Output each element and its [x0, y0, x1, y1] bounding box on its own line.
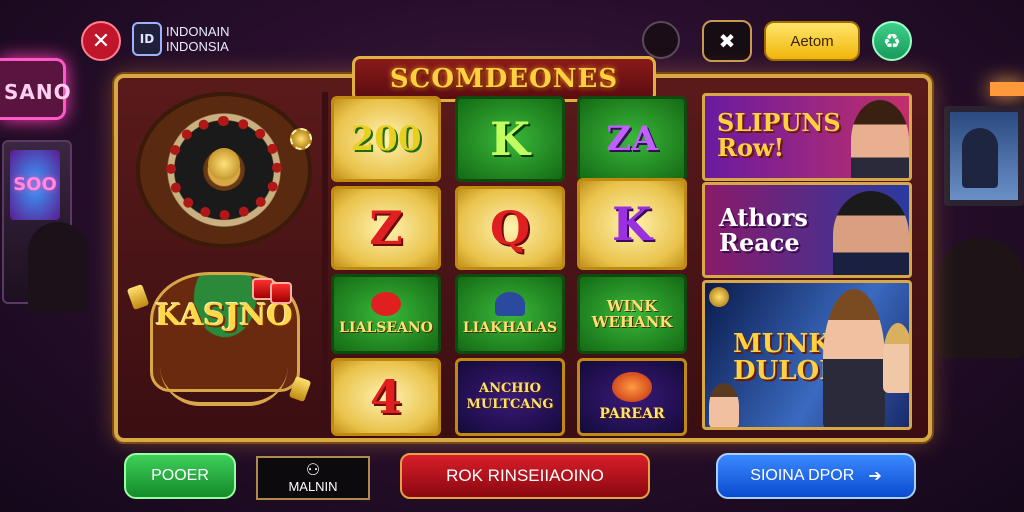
green-action-button[interactable]: POOER [124, 453, 236, 499]
background-player-right [938, 238, 1024, 358]
promo-title: SLIPUNS Row! [717, 108, 841, 163]
promo-title-line2: Reace [719, 228, 800, 258]
promo-title-line1: Athors [719, 203, 808, 232]
host-portrait [823, 289, 885, 427]
status-indicator[interactable] [642, 21, 680, 59]
casino-chip-icon [290, 128, 312, 150]
continue-button-label: SIOINA DPOR [750, 467, 855, 484]
promo-card[interactable]: MUNK DULORS [702, 280, 912, 430]
slot-cell[interactable]: ANCHIO MULTCANG [455, 358, 565, 436]
background-player [28, 222, 88, 312]
slot-cell[interactable]: LIAKHALAS [455, 274, 565, 354]
promo-title-line2: Row! [717, 133, 785, 163]
tools-icon: ✖ [718, 29, 736, 53]
refresh-button[interactable]: ♻ [872, 21, 912, 61]
brand-name-line1: INDONAIN [166, 24, 230, 39]
slot-cell-label: ANCHIO MULTCANG [466, 381, 554, 412]
slot-cell[interactable]: WINK WEHANK [577, 274, 687, 354]
slot-cell[interactable]: Q [455, 186, 565, 270]
slot-cell[interactable]: 200 [331, 96, 441, 182]
promo-card[interactable]: Athors Reace [702, 182, 912, 278]
slot-cell-label: LIAKHALAS [462, 320, 558, 336]
close-icon: ✕ [91, 28, 111, 54]
close-button[interactable]: ✕ [81, 21, 121, 61]
promo-title: Athors Reace [719, 203, 808, 258]
background-machine-screen: SOO [10, 150, 60, 220]
slot-cell-label: LIALSEANO [339, 320, 433, 336]
arrow-right-icon: ➔ [868, 468, 882, 485]
slot-cell[interactable]: 4 [331, 358, 441, 436]
slot-cell[interactable]: ZA [577, 96, 687, 182]
slot-cell[interactable]: K [577, 178, 687, 270]
background-tv-host [962, 128, 998, 188]
brand-name-line2: INDONSIA [166, 39, 229, 54]
background-neon-sign: SANO [0, 58, 71, 120]
background-lamp [990, 82, 1024, 96]
host-portrait [709, 383, 739, 427]
promo-title-line1: SLIPUNS [717, 108, 841, 137]
pharaoh-icon [495, 292, 525, 316]
kasino-arrow-decoration [160, 366, 288, 406]
promo-card[interactable]: SLIPUNS Row! [702, 93, 912, 181]
slot-cell[interactable]: K [455, 96, 565, 182]
host-portrait [833, 191, 909, 275]
brand-logo-icon: ID [132, 22, 162, 56]
tools-button[interactable]: ✖ [702, 20, 752, 62]
crowd-icon: ⚇ [305, 461, 321, 479]
host-portrait [883, 323, 909, 393]
slot-cell[interactable]: Z [331, 186, 441, 270]
slot-cell[interactable]: PAREAR [577, 358, 687, 436]
menu-button[interactable]: ⚇ MALNIN [256, 456, 370, 500]
page-title: SCOMDEONES [389, 64, 619, 94]
jester-icon [371, 292, 401, 316]
menu-button-label: MALNIN [288, 478, 338, 494]
roulette-hub [208, 148, 240, 180]
fruit-icon [612, 372, 652, 402]
slot-cell[interactable]: LIALSEANO [331, 274, 441, 354]
action-button[interactable]: Aetom [764, 21, 860, 61]
brand-name: INDONAIN INDONSIA [166, 24, 230, 54]
slot-cell-label: PAREAR [599, 406, 665, 422]
continue-button[interactable]: SIOINA DPOR ➔ [716, 453, 916, 499]
coin-icon [709, 287, 729, 307]
grid-divider [322, 92, 328, 434]
slot-cell-label: WINK WEHANK [591, 297, 673, 331]
host-portrait [851, 100, 909, 178]
refresh-icon: ♻ [883, 29, 901, 53]
dice-icon [270, 282, 292, 304]
red-action-button[interactable]: ROK RINSEIIAOINO [400, 453, 650, 499]
